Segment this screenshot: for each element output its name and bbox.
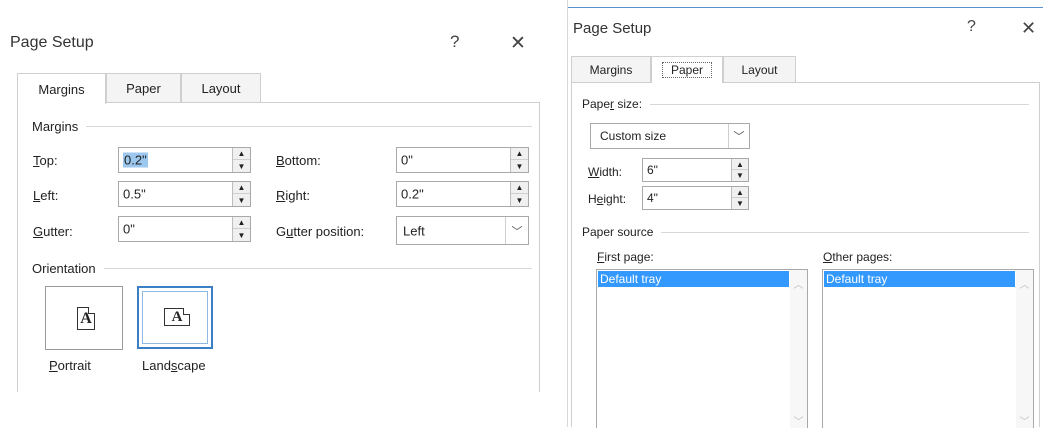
gutter-label: Gutter: xyxy=(33,224,73,239)
chevron-down-icon[interactable]: ﹀ xyxy=(505,217,528,244)
right-label: Right: xyxy=(276,188,310,203)
spin-up-icon[interactable]: ▲ xyxy=(233,182,250,194)
tab-paper[interactable]: Paper xyxy=(651,56,723,83)
scrollbar[interactable]: ︿ ﹀ xyxy=(1016,270,1033,428)
scroll-up-icon[interactable]: ︿ xyxy=(1016,276,1033,291)
tab-layout[interactable]: Layout xyxy=(723,56,796,82)
first-page-list[interactable]: Default tray ︿ ﹀ xyxy=(596,269,808,428)
top-margin-input[interactable]: 0.2" ▲ ▼ xyxy=(118,147,251,173)
height-value: 4" xyxy=(647,191,658,205)
left-margin-spinner[interactable]: ▲ ▼ xyxy=(232,182,250,206)
scroll-down-icon[interactable]: ﹀ xyxy=(1016,413,1033,428)
right-margin-input[interactable]: 0.2" ▲ ▼ xyxy=(396,181,529,207)
bottom-margin-spinner[interactable]: ▲ ▼ xyxy=(510,148,528,172)
dialog-title: Page Setup xyxy=(573,20,652,37)
top-margin-value: 0.2" xyxy=(123,152,148,168)
help-button[interactable]: ? xyxy=(967,18,976,36)
landscape-label: Landscape xyxy=(142,358,206,373)
width-input[interactable]: 6" ▲ ▼ xyxy=(642,158,749,182)
portrait-page-icon: A xyxy=(77,307,95,330)
spin-up-icon[interactable]: ▲ xyxy=(233,217,250,229)
margins-tab-panel: Margins Top: 0.2" ▲ ▼ Bottom: 0" ▲ ▼ Lef… xyxy=(17,102,540,392)
spin-down-icon[interactable]: ▼ xyxy=(511,194,528,206)
spin-down-icon[interactable]: ▼ xyxy=(233,194,250,206)
margins-section-header: Margins xyxy=(32,119,532,134)
tab-margins[interactable]: Margins xyxy=(17,73,106,104)
width-label: Width: xyxy=(588,165,623,179)
gutter-spinner[interactable]: ▲ ▼ xyxy=(232,217,250,241)
spin-up-icon[interactable]: ▲ xyxy=(732,159,748,170)
spin-up-icon[interactable]: ▲ xyxy=(233,148,250,160)
paper-tab-panel: Paper size: Custom size ﹀ Width: 6" ▲ ▼ … xyxy=(571,82,1040,428)
close-button[interactable]: ✕ xyxy=(1021,18,1036,39)
left-label: Left: xyxy=(33,188,59,203)
tab-paper[interactable]: Paper xyxy=(106,73,181,103)
page-setup-dialog-margins: Page Setup ? ✕ Margins Paper Layout Marg… xyxy=(0,0,548,427)
gutter-position-select[interactable]: Left ﹀ xyxy=(396,216,529,245)
paper-size-value: Custom size xyxy=(600,129,667,143)
landscape-button[interactable]: A xyxy=(137,286,213,349)
other-pages-label: Other pages: xyxy=(823,250,893,264)
height-label: Height: xyxy=(588,192,627,206)
tab-margins[interactable]: Margins xyxy=(571,56,651,82)
right-margin-spinner[interactable]: ▲ ▼ xyxy=(510,182,528,206)
other-pages-list[interactable]: Default tray ︿ ﹀ xyxy=(822,269,1034,428)
scrollbar[interactable]: ︿ ﹀ xyxy=(790,270,807,428)
top-margin-spinner[interactable]: ▲ ▼ xyxy=(232,148,250,172)
width-value: 6" xyxy=(647,163,658,177)
spin-up-icon[interactable]: ▲ xyxy=(732,187,748,198)
paper-size-select[interactable]: Custom size ﹀ xyxy=(590,123,750,149)
first-page-label: First page: xyxy=(597,250,654,264)
tab-layout[interactable]: Layout xyxy=(181,73,261,103)
bottom-margin-input[interactable]: 0" ▲ ▼ xyxy=(396,147,529,173)
portrait-label: Portrait xyxy=(49,358,91,373)
portrait-button[interactable]: A xyxy=(45,286,123,350)
width-spinner[interactable]: ▲ ▼ xyxy=(731,159,748,181)
bottom-margin-value: 0" xyxy=(401,152,413,168)
height-spinner[interactable]: ▲ ▼ xyxy=(731,187,748,209)
gutter-input[interactable]: 0" ▲ ▼ xyxy=(118,216,251,242)
gutter-position-value: Left xyxy=(403,223,425,238)
dialog-title: Page Setup xyxy=(10,34,94,51)
bottom-label: Bottom: xyxy=(276,153,321,168)
close-button[interactable]: ✕ xyxy=(510,32,526,55)
height-input[interactable]: 4" ▲ ▼ xyxy=(642,186,749,210)
gutter-value: 0" xyxy=(123,221,135,237)
spin-down-icon[interactable]: ▼ xyxy=(233,160,250,172)
list-item[interactable]: Default tray xyxy=(824,271,1015,287)
spin-up-icon[interactable]: ▲ xyxy=(511,148,528,160)
top-label: Top: xyxy=(33,153,58,168)
spin-up-icon[interactable]: ▲ xyxy=(511,182,528,194)
left-margin-input[interactable]: 0.5" ▲ ▼ xyxy=(118,181,251,207)
help-button[interactable]: ? xyxy=(450,32,459,52)
spin-down-icon[interactable]: ▼ xyxy=(732,170,748,181)
list-item[interactable]: Default tray xyxy=(598,271,789,287)
spin-down-icon[interactable]: ▼ xyxy=(233,229,250,241)
spin-down-icon[interactable]: ▼ xyxy=(511,160,528,172)
orientation-section-header: Orientation xyxy=(32,261,532,276)
paper-source-section-header: Paper source xyxy=(582,225,1029,239)
gutter-position-label: Gutter position: xyxy=(276,224,365,239)
scroll-up-icon[interactable]: ︿ xyxy=(790,276,807,291)
left-margin-value: 0.5" xyxy=(123,186,146,202)
scroll-down-icon[interactable]: ﹀ xyxy=(790,413,807,428)
right-margin-value: 0.2" xyxy=(401,186,424,202)
landscape-page-icon: A xyxy=(164,308,190,326)
paper-size-section-header: Paper size: xyxy=(582,97,1029,111)
chevron-down-icon[interactable]: ﹀ xyxy=(728,124,749,148)
page-setup-dialog-paper: Page Setup ? ✕ Margins Paper Layout Pape… xyxy=(567,0,1043,428)
spin-down-icon[interactable]: ▼ xyxy=(732,198,748,209)
